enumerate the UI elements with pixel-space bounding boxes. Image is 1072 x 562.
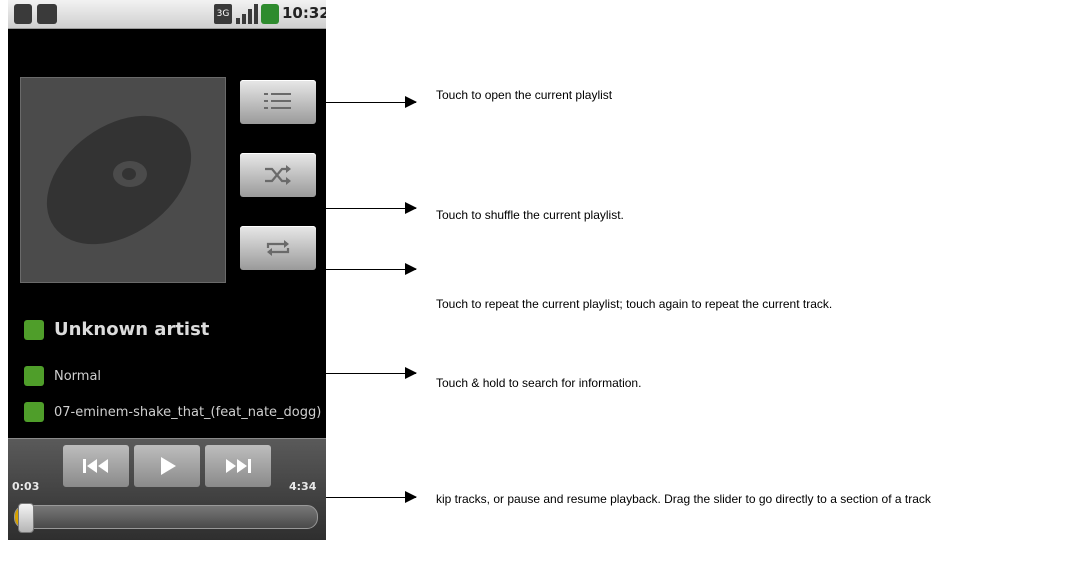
- album-name: Normal: [54, 368, 102, 384]
- network-3g-icon: 3G: [214, 4, 232, 24]
- play-button[interactable]: [134, 445, 200, 487]
- annotation-arrow: [326, 96, 417, 108]
- repeat-button[interactable]: [240, 226, 316, 270]
- battery-icon: [261, 4, 279, 24]
- microphone-icon: [24, 319, 44, 340]
- annotation-arrow: [326, 491, 417, 503]
- artist-row[interactable]: Unknown artist: [24, 319, 209, 340]
- artist-name: Unknown artist: [54, 319, 210, 340]
- playlist-button[interactable]: [240, 80, 316, 124]
- annotation-repeat: Touch to repeat the current playlist; to…: [436, 297, 833, 311]
- track-name: 07-eminem-shake_that_(feat_nate_dogg): [54, 404, 322, 420]
- music-note-icon: [24, 402, 44, 422]
- annotation-playback: kip tracks, or pause and resume playback…: [436, 492, 931, 506]
- playlist-icon: [264, 93, 291, 109]
- album-icon: [24, 366, 44, 386]
- music-player-screen: 3G 10:32 Unknown artist Normal 07-eminem…: [8, 0, 326, 540]
- previous-icon: [83, 459, 108, 473]
- status-clock: 10:32: [282, 4, 326, 22]
- track-row[interactable]: 07-eminem-shake_that_(feat_nate_dogg): [24, 402, 321, 422]
- annotation-search: Touch & hold to search for information.: [436, 376, 642, 390]
- playback-controls: 0:03 4:34: [8, 438, 326, 540]
- status-bar: 3G 10:32: [8, 0, 326, 29]
- annotation-arrow: [326, 367, 417, 379]
- current-time: 0:03: [12, 480, 40, 493]
- album-art: [20, 77, 226, 283]
- shuffle-icon: [265, 165, 291, 185]
- annotation-arrow: [326, 202, 417, 214]
- album-row[interactable]: Normal: [24, 366, 101, 386]
- repeat-icon: [266, 240, 290, 256]
- total-time: 4:34: [289, 480, 317, 493]
- annotation-playlist: Touch to open the current playlist: [436, 88, 613, 102]
- android-debug-icon: [37, 4, 57, 24]
- seek-slider[interactable]: [14, 503, 318, 533]
- previous-button[interactable]: [63, 445, 129, 487]
- annotation-shuffle: Touch to shuffle the current playlist.: [436, 208, 624, 222]
- next-button[interactable]: [205, 445, 271, 487]
- seek-thumb[interactable]: [18, 503, 34, 533]
- shuffle-button[interactable]: [240, 153, 316, 197]
- signal-icon: [236, 4, 258, 24]
- play-icon: [161, 457, 176, 475]
- usb-icon: [14, 4, 32, 24]
- annotation-arrow: [326, 263, 417, 275]
- next-icon: [226, 459, 251, 473]
